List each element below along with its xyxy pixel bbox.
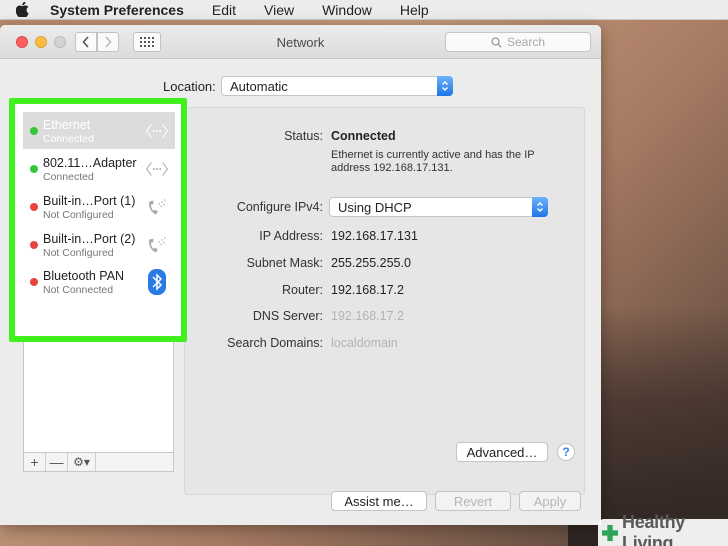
router-value: 192.168.17.2	[331, 283, 404, 297]
search-placeholder: Search	[506, 35, 546, 49]
apple-menu-icon[interactable]	[16, 2, 32, 17]
revert-button[interactable]: Revert	[435, 491, 511, 511]
apply-button[interactable]: Apply	[519, 491, 581, 511]
menu-edit[interactable]: Edit	[212, 2, 236, 18]
location-label: Location:	[163, 79, 216, 94]
menu-app-name[interactable]: System Preferences	[50, 2, 184, 18]
location-value: Automatic	[230, 78, 288, 94]
plus-icon	[602, 524, 619, 541]
menu-view[interactable]: View	[264, 2, 294, 18]
configure-ipv4-label: Configure IPv4:	[236, 200, 323, 214]
dns-server-label: DNS Server:	[252, 309, 323, 323]
menu-window[interactable]: Window	[322, 2, 372, 18]
service-list-footer: + — ⚙▾	[23, 453, 174, 472]
service-actions-gear-button[interactable]: ⚙▾	[68, 453, 96, 471]
help-button[interactable]: ?	[557, 443, 575, 461]
configure-ipv4-popup[interactable]: Using DHCP	[329, 197, 548, 217]
ip-address-value: 192.168.17.131	[331, 229, 418, 243]
search-icon	[491, 36, 502, 48]
assist-me-button[interactable]: Assist me…	[331, 491, 427, 511]
status-description: Ethernet is currently active and has the…	[331, 149, 535, 174]
router-label: Router:	[282, 283, 323, 297]
watermark: Healthy Living	[598, 512, 728, 546]
configure-ipv4-value: Using DHCP	[338, 199, 412, 215]
menu-bar: System Preferences Edit View Window Help	[0, 0, 728, 20]
popup-stepper-icon	[437, 76, 453, 96]
title-bar: Network Search	[0, 25, 601, 59]
add-service-button[interactable]: +	[24, 453, 46, 471]
menu-help[interactable]: Help	[400, 2, 429, 18]
search-domains-label: Search Domains:	[227, 336, 323, 350]
watermark-text: Healthy Living	[622, 511, 685, 546]
subnet-mask-value: 255.255.255.0	[331, 256, 411, 270]
subnet-mask-label: Subnet Mask:	[246, 256, 323, 270]
green-highlight-box	[9, 98, 187, 342]
status-value: Connected	[331, 129, 396, 143]
popup-stepper-icon	[532, 197, 548, 217]
advanced-button[interactable]: Advanced…	[456, 442, 548, 462]
location-popup[interactable]: Automatic	[221, 76, 453, 96]
dns-server-value: 192.168.17.2	[331, 309, 404, 323]
search-field[interactable]: Search	[445, 32, 591, 52]
search-domains-value: localdomain	[331, 336, 398, 350]
status-label: Status:	[284, 129, 323, 143]
remove-service-button[interactable]: —	[46, 453, 68, 471]
ip-address-label: IP Address:	[259, 229, 323, 243]
